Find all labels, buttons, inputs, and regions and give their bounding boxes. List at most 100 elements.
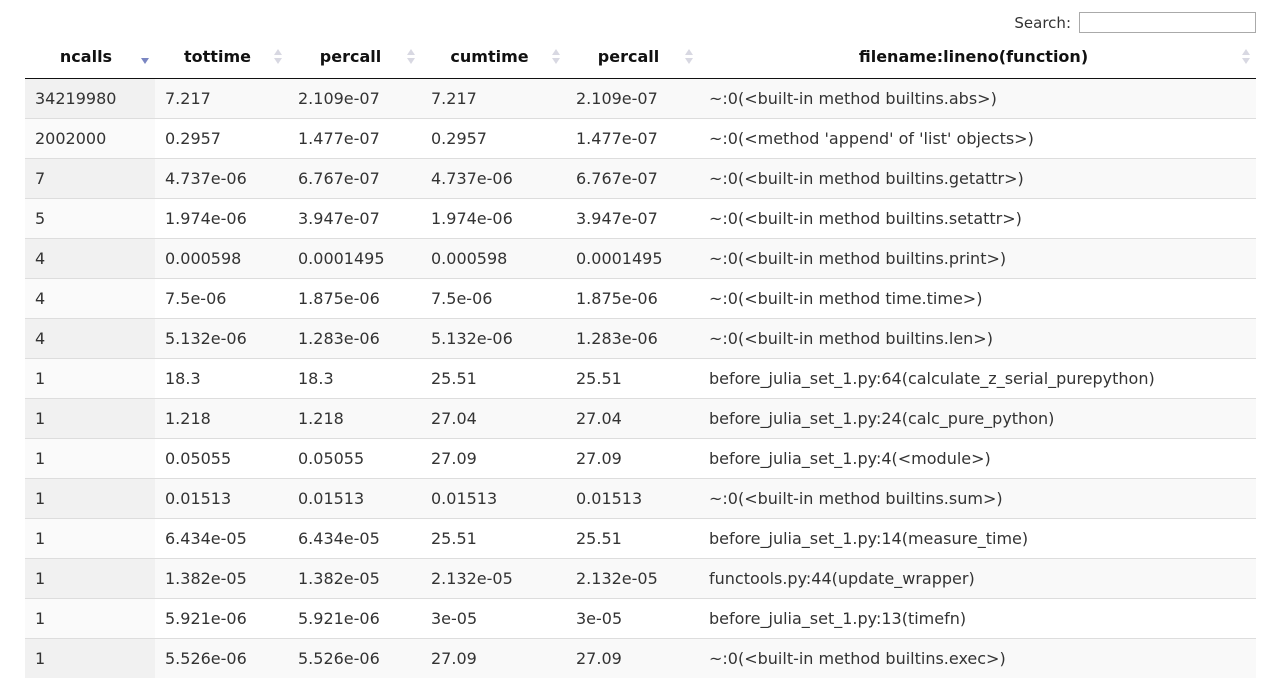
table-cell: 4.737e-06 [155,157,288,198]
table-row: 5 1.974e-06 3.947e-07 1.974e-06 3.947e-07 ~:0… [25,197,1256,238]
table-cell: 7.217 [421,78,566,118]
table-cell: 18.3 [155,357,288,398]
table-cell: 4 [25,277,155,318]
table-cell: 0.0001495 [288,237,421,278]
table-cell: 2.132e-05 [421,557,566,598]
table-cell: 25.51 [421,357,566,398]
search-input[interactable] [1079,12,1256,33]
table-row: 1 1.382e-05 1.382e-05 2.132e-05 2.132e-05 fun… [25,557,1256,598]
table-cell: ~:0(<built-in method builtins.print>) [699,237,1256,278]
table-cell: 1 [25,637,155,678]
table-row: 4 0.000598 0.0001495 0.000598 0.0001495 ~:0(<… [25,237,1256,278]
table-cell: 5.526e-06 [155,637,288,678]
table-cell: 0.01513 [566,477,699,518]
table-cell: 25.51 [566,357,699,398]
table-row: 1 1.218 1.218 27.04 27.04 before_julia_set_1.… [25,397,1256,438]
table-cell: 5.526e-06 [288,637,421,678]
table-cell: 25.51 [421,517,566,558]
table-cell: 5 [25,197,155,238]
table-body: 34219980 7.217 2.109e-07 7.217 2.109e-07 ~:0(… [25,78,1256,678]
table-row: 2002000 0.2957 1.477e-07 0.2957 1.477e-07 ~:0… [25,117,1256,158]
search-label: Search: [1014,13,1071,32]
column-header-label: cumtime [450,46,529,66]
profile-stats-table: ncalls tottime percall cumtime percall filena… [25,35,1256,678]
table-cell: 3e-05 [566,597,699,638]
table-cell: 1 [25,517,155,558]
column-header-percall-4[interactable]: percall [566,35,699,79]
table-cell: 27.09 [566,637,699,678]
table-cell: 34219980 [25,78,155,118]
table-header-row: ncalls tottime percall cumtime percall filena… [25,35,1256,79]
table-cell: 27.04 [566,397,699,438]
table-cell: 1.974e-06 [155,197,288,238]
table-cell: 6.434e-05 [155,517,288,558]
table-row: 4 5.132e-06 1.283e-06 5.132e-06 1.283e-06 ~:0… [25,317,1256,358]
table-cell: 0.01513 [288,477,421,518]
table-cell: 0.2957 [421,117,566,158]
table-cell: 0.05055 [288,437,421,478]
table-cell: 4 [25,317,155,358]
column-header-label: filename:lineno(function) [858,46,1089,66]
sort-icon [1242,49,1250,65]
table-row: 1 0.01513 0.01513 0.01513 0.01513 ~:0(<built-… [25,477,1256,518]
table-cell: 7.5e-06 [421,277,566,318]
table-cell: ~:0(<built-in method builtins.getattr>) [699,157,1256,198]
table-cell: 27.09 [421,437,566,478]
table-cell: 1.974e-06 [421,197,566,238]
table-cell: 4.737e-06 [421,157,566,198]
table-cell: before_julia_set_1.py:24(calc_pure_pytho… [699,397,1256,438]
table-cell: ~:0(<built-in method builtins.abs>) [699,78,1256,118]
table-cell: 4 [25,237,155,278]
table-row: 34219980 7.217 2.109e-07 7.217 2.109e-07 ~:0(… [25,78,1256,118]
table-cell: 5.921e-06 [155,597,288,638]
table-cell: 25.51 [566,517,699,558]
table-cell: 6.767e-07 [288,157,421,198]
table-cell: 6.767e-07 [566,157,699,198]
sort-icon [407,49,415,65]
table-cell: 1 [25,357,155,398]
table-cell: 27.09 [421,637,566,678]
table-cell: ~:0(<built-in method time.time>) [699,277,1256,318]
table-row: 1 6.434e-05 6.434e-05 25.51 25.51 before_juli… [25,517,1256,558]
table-cell: 6.434e-05 [288,517,421,558]
table-cell: 0.0001495 [566,237,699,278]
column-header-filename-lineno-function-5[interactable]: filename:lineno(function) [699,35,1256,79]
table-cell: ~:0(<built-in method builtins.exec>) [699,637,1256,678]
table-row: 1 5.526e-06 5.526e-06 27.09 27.09 ~:0(<built-… [25,637,1256,678]
table-cell: 1.218 [288,397,421,438]
table-cell: before_julia_set_1.py:64(calculate_z_ser… [699,357,1256,398]
table-cell: 5.132e-06 [155,317,288,358]
column-header-cumtime-3[interactable]: cumtime [421,35,566,79]
table-cell: 1.218 [155,397,288,438]
table-cell: 3e-05 [421,597,566,638]
sort-icon [552,49,560,65]
table-cell: 27.04 [421,397,566,438]
sort-icon [274,49,282,65]
table-cell: 1 [25,557,155,598]
table-cell: 0.000598 [155,237,288,278]
stats-table-page: Search: ncalls tottime percall cumtime perca… [0,0,1272,679]
table-cell: 0.05055 [155,437,288,478]
column-header-percall-2[interactable]: percall [288,35,421,79]
table-cell: ~:0(<built-in method builtins.len>) [699,317,1256,358]
table-cell: before_julia_set_1.py:4(<module>) [699,437,1256,478]
column-header-tottime-1[interactable]: tottime [155,35,288,79]
table-cell: 1.382e-05 [288,557,421,598]
table-cell: 0.01513 [155,477,288,518]
table-cell: 7.217 [155,78,288,118]
table-cell: ~:0(<built-in method builtins.sum>) [699,477,1256,518]
table-cell: 0.01513 [421,477,566,518]
table-row: 1 5.921e-06 5.921e-06 3e-05 3e-05 before_juli… [25,597,1256,638]
column-header-ncalls-0[interactable]: ncalls [25,35,155,79]
table-cell: 1 [25,597,155,638]
table-cell: 0.2957 [155,117,288,158]
table-cell: before_julia_set_1.py:14(measure_time) [699,517,1256,558]
search-bar: Search: [1014,12,1256,33]
table-cell: 1.477e-07 [288,117,421,158]
column-header-label: percall [597,46,660,66]
sort-descending-icon [141,49,149,65]
column-header-label: tottime [184,46,251,66]
table-cell: 5.921e-06 [288,597,421,638]
table-cell: 1.283e-06 [288,317,421,358]
table-cell: 3.947e-07 [288,197,421,238]
